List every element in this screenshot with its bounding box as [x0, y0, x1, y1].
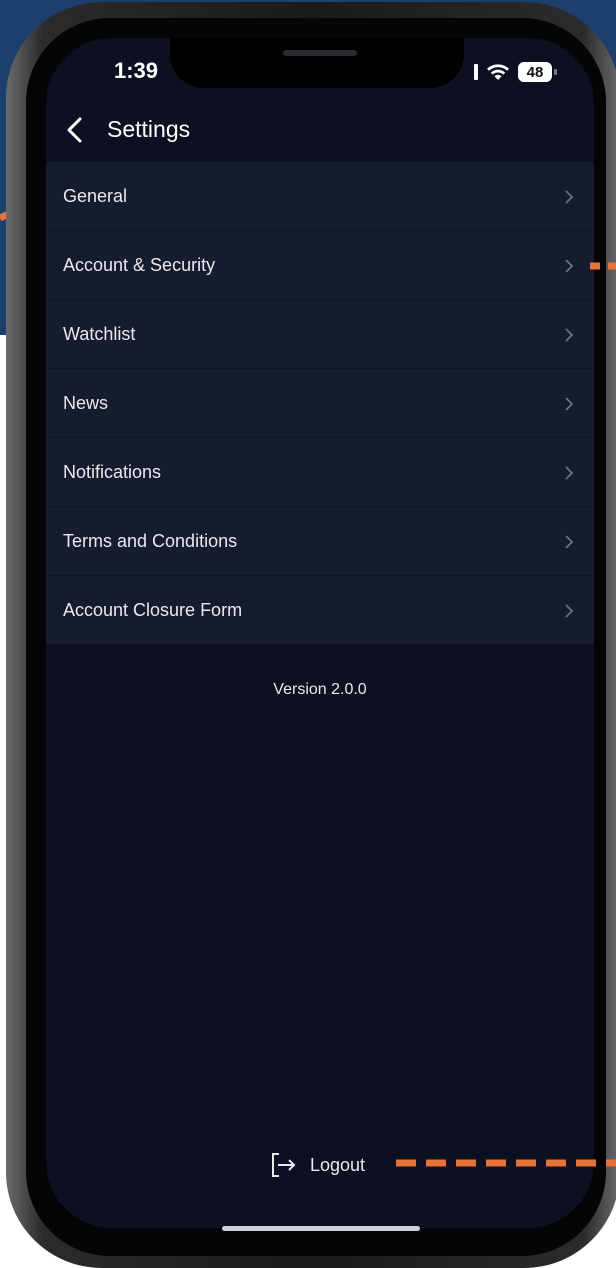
chevron-right-icon [565, 190, 574, 204]
menu-item-label: Notifications [63, 462, 162, 482]
page-title: Settings [107, 116, 191, 142]
chevron-right-icon [565, 259, 574, 273]
menu-item-news[interactable]: News [46, 369, 594, 438]
menu-item-general[interactable]: General [46, 162, 594, 231]
logout-button[interactable]: Logout [270, 1152, 365, 1178]
menu-item-watchlist[interactable]: Watchlist [46, 300, 594, 369]
notch [170, 38, 464, 88]
menu-item-label: Terms and Conditions [63, 531, 238, 551]
menu-item-label: Watchlist [63, 324, 136, 344]
speaker-grille [283, 50, 357, 56]
logout-label: Logout [310, 1154, 366, 1175]
chevron-left-icon[interactable] [64, 116, 86, 144]
settings-menu: General Account & Security Watchlist New… [46, 162, 594, 645]
menu-item-notifications[interactable]: Notifications [46, 438, 594, 507]
logout-icon [272, 1153, 296, 1177]
chevron-right-icon [565, 604, 574, 618]
chevron-right-icon [565, 466, 574, 480]
menu-item-label: General [63, 186, 128, 206]
chevron-right-icon [565, 397, 574, 411]
menu-item-account-closure-form[interactable]: Account Closure Form [46, 576, 594, 645]
menu-item-terms-and-conditions[interactable]: Terms and Conditions [46, 507, 594, 576]
nav-header: Settings [46, 104, 594, 158]
menu-item-label: Account Closure Form [63, 600, 243, 620]
signal-icon [474, 64, 478, 80]
annotation-dash-right-top [590, 262, 616, 270]
menu-item-account-security[interactable]: Account & Security [46, 231, 594, 300]
annotation-dash-logout [396, 1159, 616, 1167]
app-version: Version 2.0.0 [273, 681, 367, 698]
home-indicator [222, 1226, 420, 1231]
wifi-icon [487, 64, 509, 80]
status-indicators: 48 [474, 60, 557, 84]
status-time: 1:39 [114, 58, 159, 83]
battery-icon: 48 [518, 62, 557, 82]
chevron-right-icon [565, 328, 574, 342]
menu-item-label: News [63, 393, 109, 413]
menu-item-label: Account & Security [63, 255, 216, 275]
chevron-right-icon [565, 535, 574, 549]
